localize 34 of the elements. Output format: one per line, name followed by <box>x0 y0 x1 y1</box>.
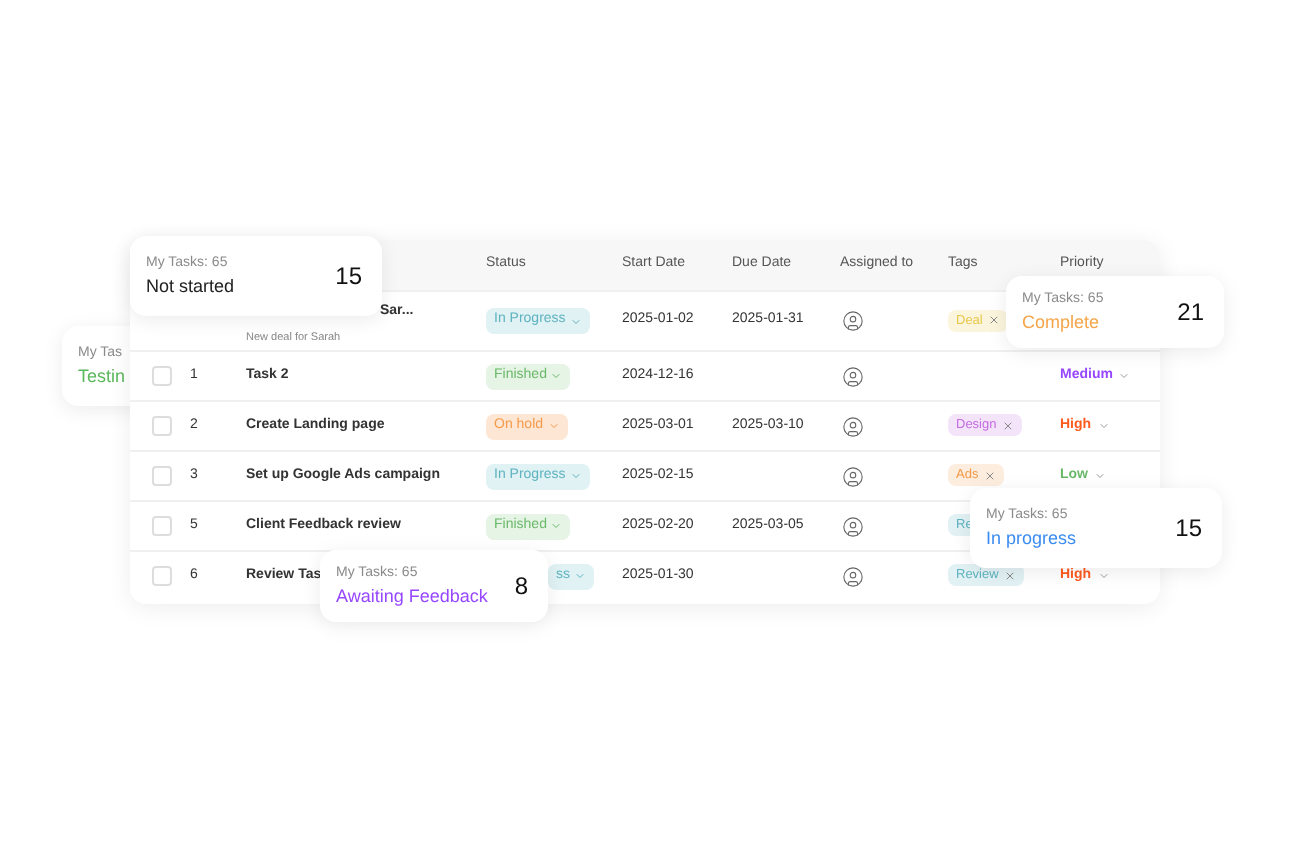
chevron-icon <box>547 420 560 432</box>
user-icon[interactable] <box>842 565 864 587</box>
chevron-icon <box>569 470 582 482</box>
card-label: Not started <box>146 273 235 299</box>
chevron-icon <box>1094 470 1106 482</box>
chevron-icon <box>1097 420 1110 432</box>
remove-icon[interactable] <box>1004 569 1017 582</box>
chevron-icon <box>569 315 582 327</box>
card-label: Complete <box>1022 309 1102 335</box>
chevron-icon <box>550 370 563 382</box>
card-count: 15 <box>1175 512 1202 546</box>
chevron-icon <box>550 520 563 532</box>
card-count: 15 <box>335 260 362 294</box>
user-icon[interactable] <box>842 415 864 437</box>
user-icon[interactable] <box>842 515 864 537</box>
row-checkbox[interactable] <box>152 566 172 586</box>
user-icon[interactable] <box>842 465 864 487</box>
card-label: In progress <box>986 525 1077 551</box>
row-checkbox[interactable] <box>152 466 172 486</box>
chevron-icon <box>1118 370 1131 382</box>
remove-icon[interactable] <box>988 314 1001 327</box>
chevron-icon <box>1097 570 1110 582</box>
user-icon[interactable] <box>842 365 864 387</box>
row-checkbox[interactable] <box>152 366 172 386</box>
user-icon[interactable] <box>842 310 864 332</box>
card-label: Testin <box>78 363 126 389</box>
row-checkbox[interactable] <box>152 416 172 436</box>
remove-icon[interactable] <box>984 469 997 482</box>
card-count: 8 <box>514 570 528 604</box>
chevron-icon <box>574 570 586 582</box>
row-checkbox[interactable] <box>152 516 172 536</box>
card-label: Awaiting Feedback <box>336 583 488 609</box>
remove-icon[interactable] <box>1002 419 1015 432</box>
card-count: 21 <box>1177 296 1204 330</box>
